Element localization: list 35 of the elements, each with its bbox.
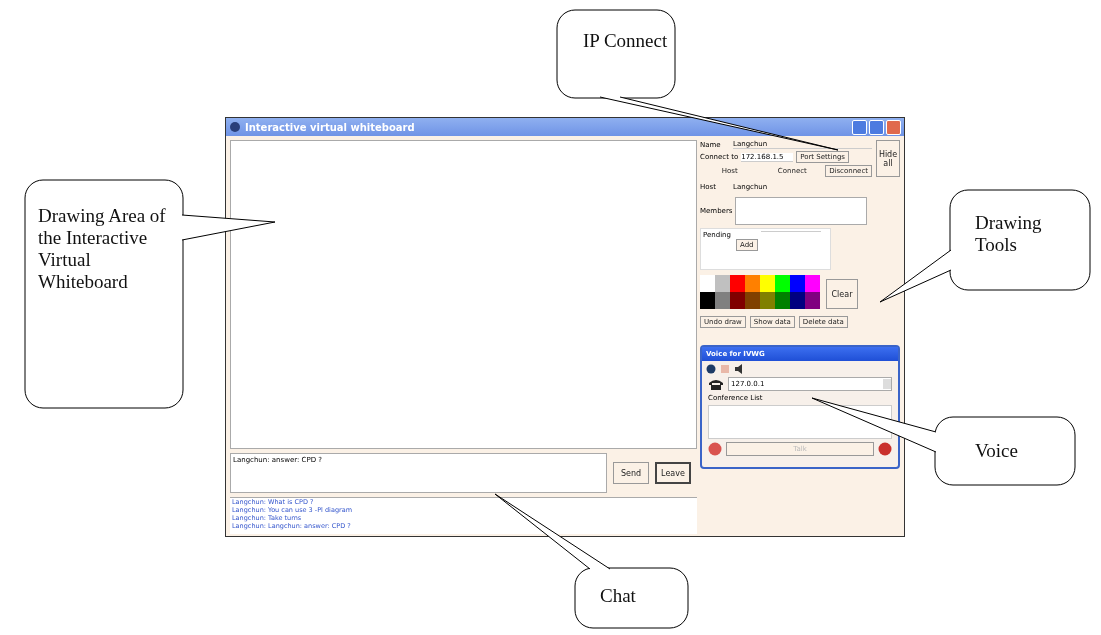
color-swatch[interactable] xyxy=(700,292,715,309)
color-swatch[interactable] xyxy=(700,275,715,292)
members-list[interactable] xyxy=(735,197,868,225)
window-title: Interactive virtual whiteboard xyxy=(245,121,415,133)
color-swatch[interactable] xyxy=(775,292,790,309)
conference-list[interactable] xyxy=(708,405,892,439)
app-icon xyxy=(229,121,241,133)
hide-button[interactable]: Hide all xyxy=(876,140,900,177)
callout-text: Drawing Tools xyxy=(975,212,1043,256)
speaker-icon[interactable] xyxy=(734,364,744,374)
color-swatch[interactable] xyxy=(805,275,820,292)
color-swatch[interactable] xyxy=(745,292,760,309)
color-swatch[interactable] xyxy=(715,292,730,309)
drawing-canvas[interactable] xyxy=(230,140,697,449)
color-swatch[interactable] xyxy=(745,275,760,292)
color-swatch[interactable] xyxy=(760,275,775,292)
color-swatch[interactable] xyxy=(760,292,775,309)
callout-text: Drawing Area of the Interactive Virtual Whiteboard xyxy=(38,205,167,293)
color-swatch[interactable] xyxy=(790,292,805,309)
callout-text: IP Connect xyxy=(583,30,669,52)
send-button[interactable]: Send xyxy=(613,462,649,484)
phone-icon xyxy=(708,378,724,390)
callout-text: Voice xyxy=(975,440,1019,462)
color-swatch[interactable] xyxy=(730,292,745,309)
maximize-button[interactable] xyxy=(869,119,884,135)
minimize-button[interactable] xyxy=(852,119,867,135)
color-swatch[interactable] xyxy=(775,275,790,292)
color-swatch[interactable] xyxy=(790,275,805,292)
clear-button[interactable]: Clear xyxy=(826,279,858,309)
callout-text: Chat xyxy=(600,585,637,607)
color-swatch[interactable] xyxy=(715,275,730,292)
leave-button[interactable]: Leave xyxy=(655,462,691,484)
color-swatch[interactable] xyxy=(805,292,820,309)
close-button[interactable] xyxy=(886,119,901,135)
color-swatch[interactable] xyxy=(730,275,745,292)
